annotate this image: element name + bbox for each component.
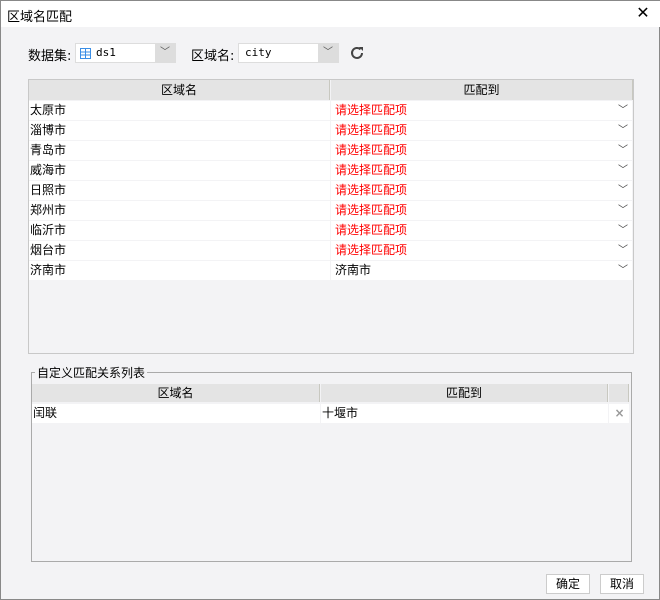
region-name-cell: 郑州市 <box>29 201 330 220</box>
match-select[interactable]: 请选择匹配项 ﹀ <box>331 141 632 160</box>
table-row: 威海市 请选择匹配项 ﹀ <box>29 161 633 181</box>
refresh-icon[interactable] <box>349 45 365 61</box>
region-name-cell: 太原市 <box>29 101 330 120</box>
chevron-down-icon[interactable]: ﹀ <box>618 141 628 160</box>
table-row: 日照市 请选择匹配项 ﹀ <box>29 181 633 201</box>
custom-match-cell[interactable]: 十堰市 <box>321 404 608 423</box>
match-value: 请选择匹配项 <box>335 103 408 117</box>
dataset-select[interactable]: ds1 ﹀ <box>75 43 176 63</box>
chevron-down-icon[interactable]: ﹀ <box>618 161 628 180</box>
header-match-to: 匹配到 <box>331 80 633 100</box>
match-value: 请选择匹配项 <box>335 183 408 197</box>
match-select[interactable]: 请选择匹配项 ﹀ <box>331 101 632 120</box>
match-value: 请选择匹配项 <box>335 163 408 177</box>
match-value: 济南市 <box>335 263 372 277</box>
table-row: 郑州市 请选择匹配项 ﹀ <box>29 201 633 221</box>
custom-region-name-cell[interactable]: 闰联 <box>32 404 320 423</box>
chevron-down-icon[interactable]: ﹀ <box>618 241 628 260</box>
region-name-cell: 济南市 <box>29 261 330 280</box>
match-value: 请选择匹配项 <box>335 203 408 217</box>
match-select[interactable]: 济南市 ﹀ <box>331 261 632 280</box>
table-row: 太原市 请选择匹配项 ﹀ <box>29 101 633 121</box>
match-select[interactable]: 请选择匹配项 ﹀ <box>331 201 632 220</box>
custom-group-title: 自定义匹配关系列表 <box>35 364 148 381</box>
match-value: 请选择匹配项 <box>335 123 408 137</box>
chevron-down-icon[interactable]: ﹀ <box>618 261 628 280</box>
chevron-down-icon[interactable]: ﹀ <box>618 121 628 140</box>
table-row: 淄博市 请选择匹配项 ﹀ <box>29 121 633 141</box>
table-row: 烟台市 请选择匹配项 ﹀ <box>29 241 633 261</box>
match-value: 请选择匹配项 <box>335 143 408 157</box>
chevron-down-icon[interactable]: ﹀ <box>618 101 628 120</box>
match-select[interactable]: 请选择匹配项 ﹀ <box>331 181 632 200</box>
close-icon[interactable]: ✕ <box>633 3 653 23</box>
match-select[interactable]: 请选择匹配项 ﹀ <box>331 161 632 180</box>
custom-header-action <box>609 384 629 402</box>
match-select[interactable]: 请选择匹配项 ﹀ <box>331 121 632 140</box>
region-name-cell: 烟台市 <box>29 241 330 260</box>
region-name-cell: 日照市 <box>29 181 330 200</box>
region-name-cell: 威海市 <box>29 161 330 180</box>
custom-match-group: 区域名 匹配到 闰联 十堰市 × <box>31 372 632 562</box>
chevron-down-icon[interactable]: ﹀ <box>618 201 628 220</box>
chevron-down-icon[interactable]: ﹀ <box>618 221 628 240</box>
region-select[interactable]: city ﹀ <box>238 43 339 63</box>
table-row: 青岛市 请选择匹配项 ﹀ <box>29 141 633 161</box>
title-bar: 区域名匹配 ✕ <box>1 1 660 27</box>
cancel-button[interactable]: 取消 <box>600 574 644 594</box>
chevron-down-icon[interactable]: ﹀ <box>155 44 175 62</box>
header-region-name: 区域名 <box>29 80 330 100</box>
match-select[interactable]: 请选择匹配项 ﹀ <box>331 221 632 240</box>
region-name-cell: 青岛市 <box>29 141 330 160</box>
match-select[interactable]: 请选择匹配项 ﹀ <box>331 241 632 260</box>
table-icon <box>80 48 91 59</box>
match-value: 请选择匹配项 <box>335 223 408 237</box>
chevron-down-icon[interactable]: ﹀ <box>318 44 338 62</box>
region-value: city <box>245 46 272 59</box>
region-name-cell: 淄博市 <box>29 121 330 140</box>
table-row: 济南市 济南市 ﹀ <box>29 261 633 281</box>
custom-header-match-to: 匹配到 <box>321 384 608 402</box>
delete-icon[interactable]: × <box>609 404 629 423</box>
table-row: 临沂市 请选择匹配项 ﹀ <box>29 221 633 241</box>
ok-button[interactable]: 确定 <box>546 574 590 594</box>
region-label: 区域名: <box>191 49 235 64</box>
region-name-cell: 临沂市 <box>29 221 330 240</box>
match-value: 请选择匹配项 <box>335 243 408 257</box>
window-title: 区域名匹配 <box>7 10 73 25</box>
dataset-value: ds1 <box>96 46 116 59</box>
custom-header-region-name: 区域名 <box>32 384 320 402</box>
region-match-table: 区域名 匹配到 太原市 请选择匹配项 ﹀ 淄博市 请选择匹配项 ﹀ 青岛市 请选择匹配项… <box>28 79 634 354</box>
dataset-label: 数据集: <box>28 49 72 64</box>
chevron-down-icon[interactable]: ﹀ <box>618 181 628 200</box>
